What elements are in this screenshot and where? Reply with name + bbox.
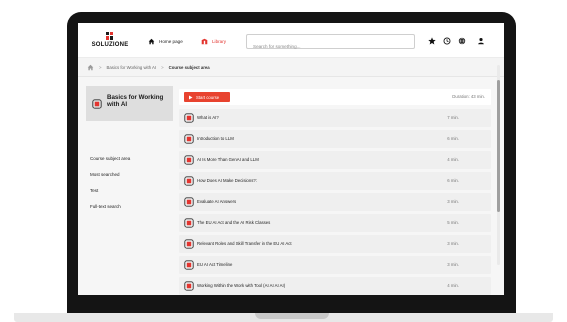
lesson-icon bbox=[184, 281, 194, 291]
app-screen: SOLUZIONE Home page Library Search for s… bbox=[78, 23, 504, 295]
sidebar-item-full-text-search[interactable]: Full-text search bbox=[90, 204, 121, 209]
lesson-duration: 6 min. bbox=[447, 178, 459, 183]
lesson-duration: 4 min. bbox=[447, 283, 459, 288]
scrollbar[interactable] bbox=[497, 65, 500, 265]
lesson-duration: 5 min. bbox=[447, 220, 459, 225]
lesson-row[interactable]: EU AI Act Timeline 3 min. bbox=[179, 256, 491, 274]
lesson-icon bbox=[184, 260, 194, 270]
course-icon bbox=[92, 99, 102, 109]
course-header: Start course Duration: 43 min. bbox=[179, 89, 491, 105]
lesson-row[interactable]: Working Within the Work with Tool (AI AI… bbox=[179, 277, 491, 295]
lesson-duration: 3 min. bbox=[447, 241, 459, 246]
lesson-title: The EU AI Act and the AI Risk Classes bbox=[197, 220, 271, 225]
lesson-icon bbox=[184, 113, 194, 123]
course-duration: Duration: 43 min. bbox=[452, 94, 485, 99]
lesson-title: Relevant Roles and Skill Transfer in the… bbox=[197, 241, 292, 246]
lesson-row[interactable]: Relevant Roles and Skill Transfer in the… bbox=[179, 235, 491, 253]
lesson-duration: 7 min. bbox=[447, 115, 459, 120]
home-icon bbox=[148, 38, 155, 44]
sidebar-item-course-subject-area[interactable]: Course subject area bbox=[90, 156, 130, 161]
logo-text: SOLUZIONE bbox=[91, 42, 129, 48]
lesson-duration: 3 min. bbox=[447, 199, 459, 204]
language-button[interactable] bbox=[457, 36, 467, 46]
lesson-icon bbox=[184, 218, 194, 228]
play-icon bbox=[189, 95, 193, 99]
course-card: Basics for Working with AI bbox=[86, 86, 173, 121]
lesson-title: Introduction to LLM bbox=[197, 136, 234, 141]
history-icon bbox=[443, 37, 451, 45]
lesson-title: EU AI Act Timeline bbox=[197, 262, 233, 267]
lesson-icon bbox=[184, 155, 194, 165]
scrollbar-thumb[interactable] bbox=[497, 80, 500, 212]
user-icon bbox=[478, 37, 484, 45]
lesson-icon bbox=[184, 134, 194, 144]
nav-library-label: Library bbox=[212, 38, 227, 44]
logo[interactable]: SOLUZIONE bbox=[89, 32, 131, 50]
laptop-notch bbox=[255, 313, 329, 319]
favorites-button[interactable] bbox=[427, 36, 437, 46]
start-course-button[interactable]: Start course bbox=[184, 92, 230, 102]
start-course-label: Start course bbox=[196, 94, 220, 100]
lesson-title: Evaluate AI Answers bbox=[197, 199, 237, 204]
search-box[interactable] bbox=[246, 34, 415, 53]
nav-library[interactable]: Library bbox=[201, 36, 226, 46]
breadcrumb-course-link[interactable]: Basics for Working with AI bbox=[107, 65, 157, 70]
course-title: Basics for Working with AI bbox=[107, 94, 164, 109]
home-icon[interactable] bbox=[87, 64, 94, 71]
lesson-row[interactable]: How Does AI Make Decisions?: 6 min. bbox=[179, 172, 491, 190]
lesson-panel: Start course Duration: 43 min. What is A… bbox=[179, 86, 491, 295]
sidebar: Basics for Working with AI Course subjec… bbox=[86, 86, 173, 295]
lesson-title: How Does AI Make Decisions?: bbox=[197, 178, 257, 183]
lesson-row[interactable]: Evaluate AI Answers 3 min. bbox=[179, 193, 491, 211]
library-icon bbox=[201, 38, 208, 44]
lesson-duration: 4 min. bbox=[447, 157, 459, 162]
user-button[interactable] bbox=[476, 36, 486, 46]
star-icon bbox=[428, 37, 436, 45]
nav-home-label: Home page bbox=[159, 38, 183, 44]
sidebar-item-test[interactable]: Test bbox=[90, 188, 98, 193]
breadcrumb-separator: > bbox=[161, 64, 164, 70]
lesson-row[interactable]: The EU AI Act and the AI Risk Classes 5 … bbox=[179, 214, 491, 232]
lesson-row[interactable]: What is AI? 7 min. bbox=[179, 109, 491, 127]
globe-icon bbox=[458, 37, 466, 45]
lesson-duration: 3 min. bbox=[447, 262, 459, 267]
lesson-icon bbox=[184, 176, 194, 186]
breadcrumb-separator: > bbox=[99, 64, 102, 70]
lesson-row[interactable]: AI Is More Than GenAI and LLM 4 min. bbox=[179, 151, 491, 169]
search-input[interactable] bbox=[247, 40, 414, 53]
breadcrumb-current: Course subject area bbox=[168, 64, 210, 70]
lesson-duration: 6 min. bbox=[447, 136, 459, 141]
breadcrumb: > Basics for Working with AI > Course su… bbox=[78, 58, 504, 77]
sidebar-item-most-searched[interactable]: Most searched bbox=[90, 172, 120, 177]
lesson-row[interactable]: Introduction to LLM 6 min. bbox=[179, 130, 491, 148]
lesson-title: What is AI? bbox=[197, 115, 219, 120]
top-bar: SOLUZIONE Home page Library bbox=[78, 23, 504, 58]
lesson-title: Working Within the Work with Tool (AI AI… bbox=[197, 283, 286, 288]
lesson-title: AI Is More Than GenAI and LLM bbox=[197, 157, 259, 162]
history-button[interactable] bbox=[442, 36, 452, 46]
lesson-icon bbox=[184, 239, 194, 249]
lesson-icon bbox=[184, 197, 194, 207]
nav-home[interactable]: Home page bbox=[148, 36, 183, 46]
logo-mark-icon bbox=[106, 32, 113, 40]
